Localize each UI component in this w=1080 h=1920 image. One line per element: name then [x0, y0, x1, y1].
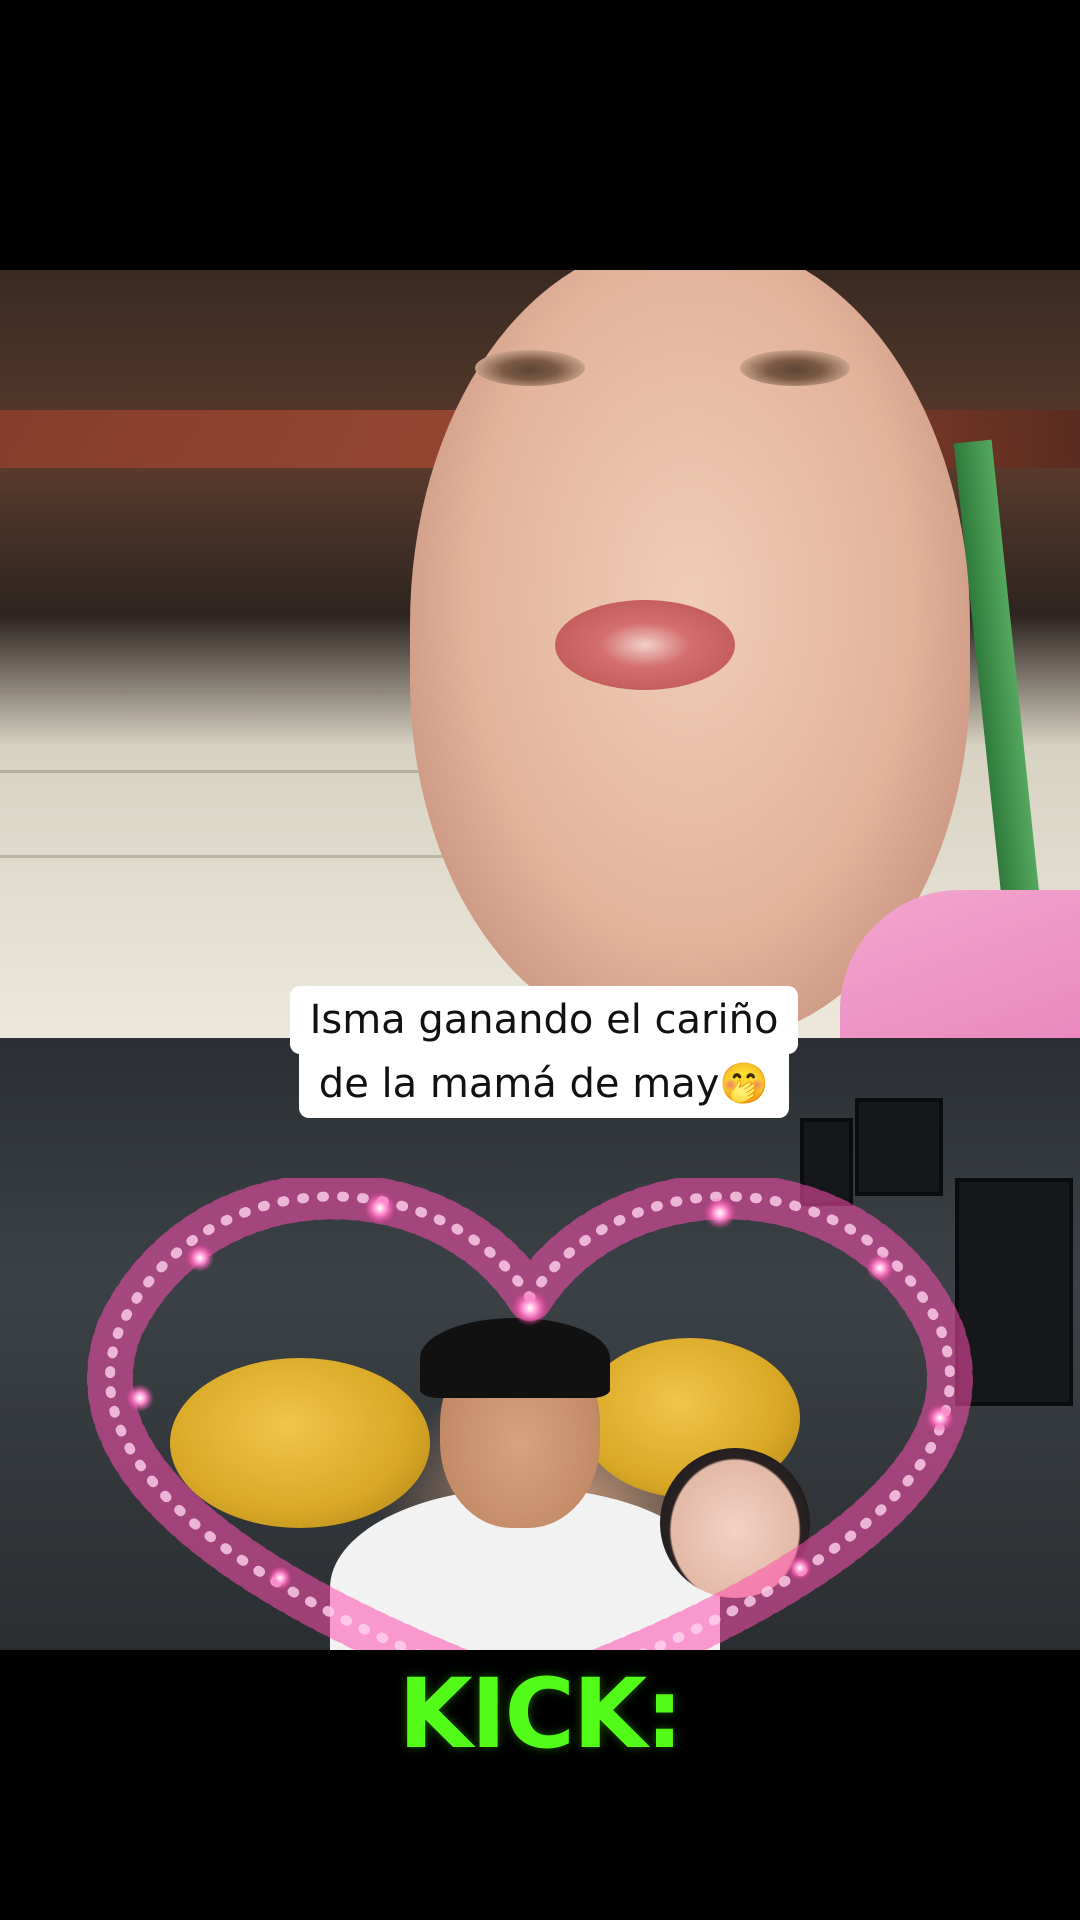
bottom-video-frame — [0, 1038, 1080, 1650]
girl-face — [660, 1448, 810, 1598]
wall-picture — [955, 1178, 1073, 1406]
top-video-frame — [0, 270, 1080, 1038]
caption-line-2: de la mamá de may🤭 — [298, 1050, 790, 1118]
wall-picture — [855, 1098, 943, 1196]
left-eye — [475, 350, 585, 386]
right-eye — [740, 350, 850, 386]
caption-line-1: Isma ganando el cariño — [289, 986, 799, 1054]
wall-picture — [800, 1118, 853, 1206]
yellow-pillow — [170, 1358, 430, 1528]
video-caption: Isma ganando el cariño de la mamá de may… — [280, 986, 808, 1118]
man-hair — [420, 1318, 610, 1398]
kick-logo: KICK: — [398, 1658, 683, 1770]
lips — [555, 600, 735, 690]
